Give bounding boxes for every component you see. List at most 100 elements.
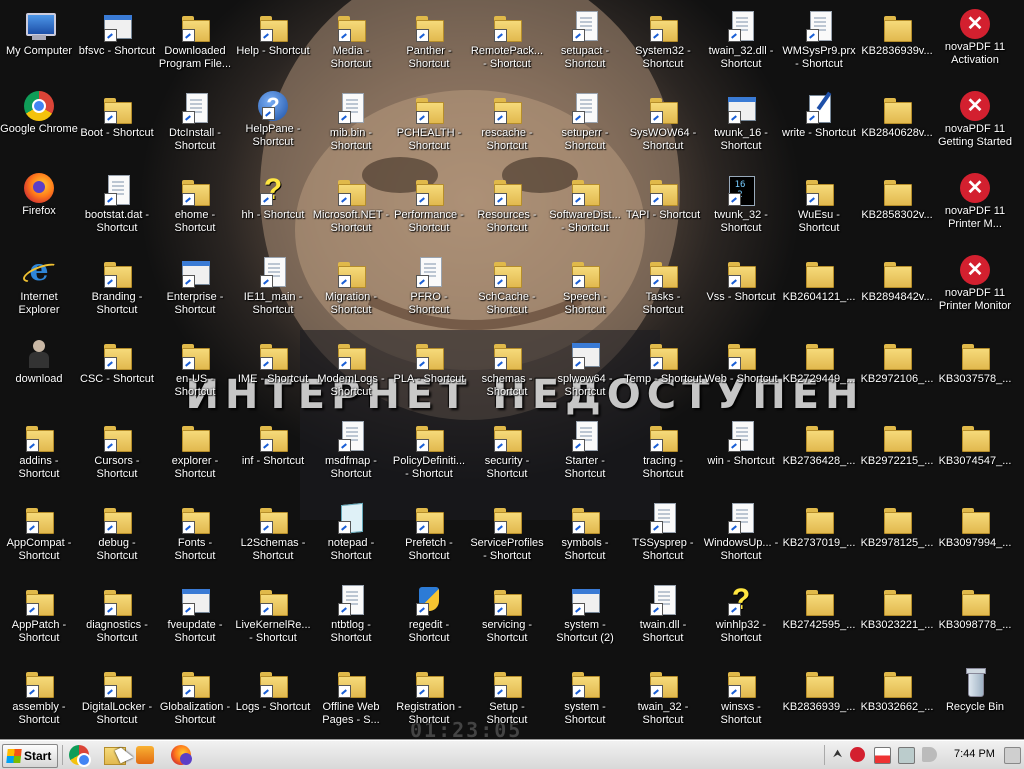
desktop-icon[interactable]: Offline Web Pages - S... [312, 660, 390, 740]
desktop-icon[interactable]: AppCompat - Shortcut [0, 496, 78, 576]
desktop-icon[interactable]: winsxs - Shortcut [702, 660, 780, 740]
desktop-icon[interactable]: ModemLogs - Shortcut [312, 332, 390, 412]
desktop-icon[interactable]: Performance - Shortcut [390, 168, 468, 248]
desktop-icon[interactable]: Web - Shortcut [702, 332, 780, 412]
desktop-icon[interactable]: 5 [1014, 250, 1024, 330]
desktop-icon[interactable]: regedit - Shortcut [390, 578, 468, 658]
desktop-icon[interactable]: Branding - Shortcut [78, 250, 156, 330]
desktop-icon[interactable]: Resources - Shortcut [468, 168, 546, 248]
desktop-icon[interactable] [1014, 660, 1024, 740]
start-button[interactable]: Start [2, 744, 58, 768]
desktop-icon[interactable]: ServiceProfiles - Shortcut [468, 496, 546, 576]
desktop-icon[interactable]: Google Chrome [0, 86, 78, 166]
desktop-icon[interactable]: KB3098778_... [936, 578, 1014, 658]
desktop-icon[interactable]: setuperr - Shortcut [546, 86, 624, 166]
desktop-icon[interactable]: IME - Shortcut [234, 332, 312, 412]
desktop-icon[interactable]: SoftwareDist... - Shortcut [546, 168, 624, 248]
desktop-icon[interactable]: bootstat.dat - Shortcut [78, 168, 156, 248]
desktop-icon[interactable]: KB2978125_... [858, 496, 936, 576]
desktop-icon[interactable]: rescache - Shortcut [468, 86, 546, 166]
desktop-icon[interactable]: 05 [1014, 86, 1024, 166]
desktop-icon[interactable]: Cursors - Shortcut [78, 414, 156, 494]
show-desktop-icon[interactable] [1004, 747, 1021, 764]
desktop-icon[interactable]: twunk_32 - Shortcut [702, 168, 780, 248]
desktop-icon[interactable]: tracing - Shortcut [624, 414, 702, 494]
desktop-icon[interactable]: ✕ novaPDF 11 Activation [936, 4, 1014, 84]
desktop-icon[interactable]: Prefetch - Shortcut [390, 496, 468, 576]
desktop-icon[interactable]: Vss - Shortcut [702, 250, 780, 330]
desktop-icon[interactable]: PCHEALTH - Shortcut [390, 86, 468, 166]
desktop-icon[interactable]: TAPI - Shortcut [624, 168, 702, 248]
desktop-icon[interactable]: system - Shortcut [546, 660, 624, 740]
desktop-icon[interactable]: KB2737019_... [780, 496, 858, 576]
desktop-icon[interactable]: Enterprise - Shortcut [156, 250, 234, 330]
desktop-icon[interactable]: ✕ novaPDF 11 Getting Started [936, 86, 1014, 166]
desktop-icon[interactable]: assembly - Shortcut [0, 660, 78, 740]
desktop-icon[interactable]: Panther - Shortcut [390, 4, 468, 84]
desktop-icon[interactable]: KB2729449_... [780, 332, 858, 412]
desktop-icon[interactable]: 4 [1014, 4, 1024, 84]
desktop-icon[interactable]: Registration - Shortcut [390, 660, 468, 740]
desktop-icon[interactable]: KB3037578_... [936, 332, 1014, 412]
desktop-icon[interactable]: symbols - Shortcut [546, 496, 624, 576]
action-center-flag-icon[interactable] [874, 747, 891, 764]
desktop-icon[interactable]: splwow64 - Shortcut [546, 332, 624, 412]
taskbar-chrome-icon[interactable] [68, 744, 91, 767]
desktop-icon[interactable]: Firefox [0, 168, 78, 248]
desktop-icon[interactable]: ehome - Shortcut [156, 168, 234, 248]
desktop-icon[interactable]: SysWOW64 - Shortcut [624, 86, 702, 166]
novapdf-tray-icon[interactable] [850, 747, 865, 762]
desktop-icon[interactable]: KB3032662_... [858, 660, 936, 740]
desktop-icon[interactable]: LiveKernelRe... - Shortcut [234, 578, 312, 658]
desktop-icon[interactable]: explorer - Shortcut [156, 414, 234, 494]
desktop-icon[interactable]: Speech - Shortcut [546, 250, 624, 330]
desktop-icon[interactable]: PolicyDefiniti... - Shortcut [390, 414, 468, 494]
desktop-icon[interactable]: twain.dll - Shortcut [624, 578, 702, 658]
desktop-icon[interactable]: ? winhlp32 - Shortcut [702, 578, 780, 658]
desktop-icon[interactable]: addins - Shortcut [0, 414, 78, 494]
desktop-icon[interactable]: Tasks - Shortcut [624, 250, 702, 330]
volume-icon[interactable] [922, 747, 937, 762]
desktop-icon[interactable]: KB2742595_... [780, 578, 858, 658]
desktop-icon[interactable]: twain_32 - Shortcut [624, 660, 702, 740]
desktop-icon[interactable]: en-US - Shortcut [156, 332, 234, 412]
desktop-icon[interactable]: KB2894842v... [858, 250, 936, 330]
desktop-icon[interactable]: Media - Shortcut [312, 4, 390, 84]
desktop-icon[interactable]: PLA - Shortcut [390, 332, 468, 412]
desktop-icon[interactable]: KB2972106_... [858, 332, 936, 412]
desktop-icon[interactable]: ✕ novaPDF 11 Printer Monitor [936, 250, 1014, 330]
desktop-icon[interactable]: TSSysprep - Shortcut [624, 496, 702, 576]
desktop-icon[interactable]: PFRO - Shortcut [390, 250, 468, 330]
desktop-icon[interactable]: system - Shortcut (2) [546, 578, 624, 658]
desktop-icon[interactable]: inf - Shortcut [234, 414, 312, 494]
desktop-icon[interactable]: KB2736428_... [780, 414, 858, 494]
desktop-icon[interactable]: Setup - Shortcut [468, 660, 546, 740]
desktop-icon[interactable]: L2Schemas - Shortcut [234, 496, 312, 576]
desktop-icon[interactable]: AppPatch - Shortcut [0, 578, 78, 658]
taskbar-clock[interactable]: 7:44 PM [954, 748, 995, 760]
desktop-icon[interactable]: Temp - Shortcut [624, 332, 702, 412]
desktop-icon[interactable]: Downloaded Program File... [156, 4, 234, 84]
taskbar-media-player-icon[interactable] [136, 746, 154, 764]
desktop-icon[interactable]: System32 - Shortcut [624, 4, 702, 84]
desktop-icon[interactable]: A [1014, 496, 1024, 576]
desktop-icon[interactable]: DigitalLocker - Shortcut [78, 660, 156, 740]
desktop-icon[interactable]: ? HelpPane - Shortcut [234, 86, 312, 166]
desktop-icon[interactable]: KB2840628v... [858, 86, 936, 166]
desktop-icon[interactable]: servicing - Shortcut [468, 578, 546, 658]
desktop-icon[interactable]: CSC - Shortcut [78, 332, 156, 412]
desktop-icon[interactable]: Logs - Shortcut [234, 660, 312, 740]
desktop-icon[interactable]: bfsvc - Shortcut [78, 4, 156, 84]
show-hidden-icons-chevron-icon[interactable]: ⮝ [830, 747, 845, 762]
desktop-icon[interactable]: KB2858302v... [858, 168, 936, 248]
desktop-icon[interactable]: 9 [1014, 168, 1024, 248]
desktop-icon[interactable]: debug - Shortcut [78, 496, 156, 576]
desktop-icon[interactable]: security - Shortcut [468, 414, 546, 494]
desktop-icon[interactable]: ntbtlog - Shortcut [312, 578, 390, 658]
desktop-icon[interactable]: e Internet Explorer [0, 250, 78, 330]
desktop-icon[interactable]: setupact - Shortcut [546, 4, 624, 84]
desktop-icon[interactable]: Starter - Shortcut [546, 414, 624, 494]
desktop-icon[interactable]: twunk_16 - Shortcut [702, 86, 780, 166]
desktop-icon[interactable]: KB3097994_... [936, 496, 1014, 576]
desktop-icon[interactable]: WuEsu - Shortcut [780, 168, 858, 248]
